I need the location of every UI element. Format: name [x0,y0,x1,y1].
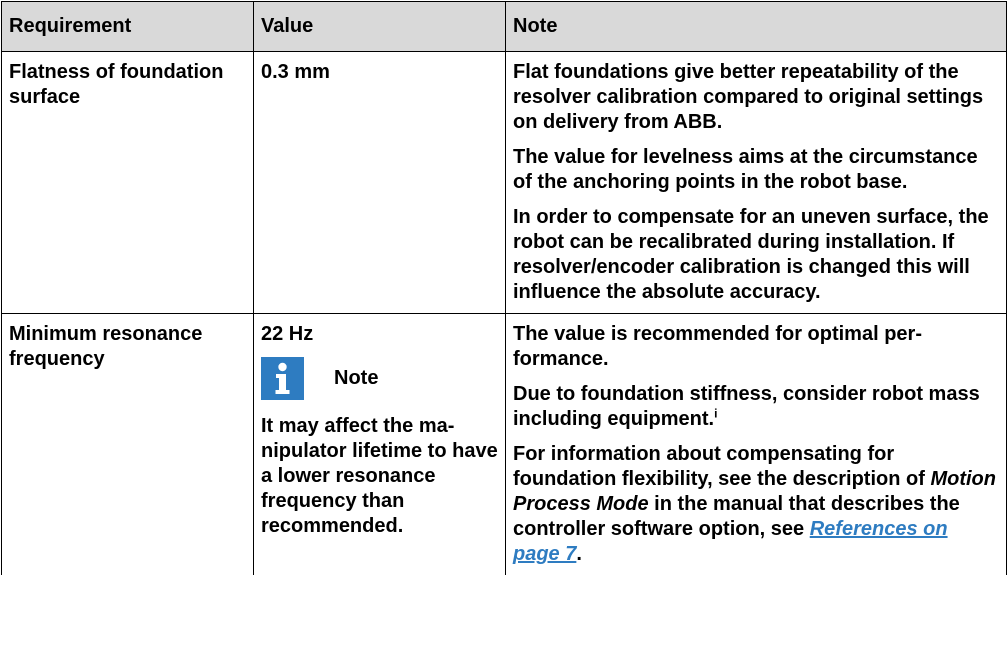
note-label: Note [334,367,379,389]
note-paragraph: In order to compensate for an uneven sur… [513,206,989,303]
header-requirement: Requirement [1,1,254,52]
info-icon [261,357,304,400]
note-paragraph: The value for levelness aims at the circ… [513,146,978,193]
requirements-table: Requirement Value Note Flatness of found… [1,1,1007,575]
note-cell: The value is recommended for optimal per… [505,313,1007,575]
value-text: 22 Hz [261,323,314,345]
note-paragraph: Due to foundation stiffness, consider ro… [513,382,999,432]
requirement-cell: Minimum resonance frequency [1,313,254,575]
header-note: Note [505,1,1007,52]
table-row: Flatness of foundation surface 0.3 mm Fl… [1,51,1007,314]
note-text: For information about compensating for f… [513,443,931,490]
footnote-marker: i [714,406,718,421]
table-row: Minimum resonance frequency 22 Hz Note I… [1,313,1007,575]
note-callout-text: It may affect the ma­nipulator lifetime … [261,415,498,537]
value-cell: 0.3 mm [253,51,506,314]
header-value: Value [253,1,506,52]
note-cell: Flat foundations give better repeatabili… [505,51,1007,314]
note-paragraph: For information about compensating for f… [513,442,999,567]
value-cell: 22 Hz Note It may affect the ma­nipulato… [253,313,506,575]
requirement-cell: Flatness of foundation surface [1,51,254,314]
table-header-row: Requirement Value Note [1,1,1007,52]
note-paragraph: Flat foundations give better repeatabili… [513,61,984,133]
note-paragraph: The value is recommended for optimal per… [513,323,922,370]
note-text: . [576,543,582,565]
note-callout: Note [261,357,498,400]
note-text: Due to foundation stiffness, consider ro… [513,383,980,430]
